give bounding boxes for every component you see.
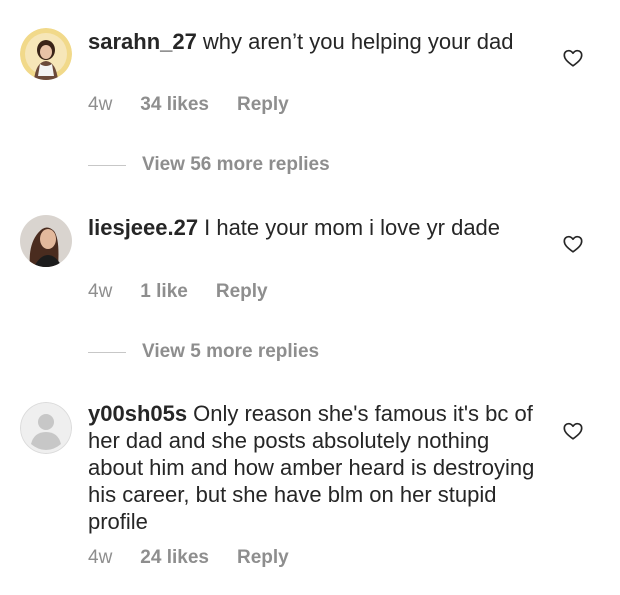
view-replies-label: View 56 more replies <box>142 154 330 175</box>
timestamp: 4w <box>88 281 113 302</box>
comment-meta: 4w 24 likes Reply <box>88 547 289 569</box>
profile-photo-icon <box>20 215 72 267</box>
timestamp: 4w <box>88 547 113 568</box>
username[interactable]: sarahn_27 <box>88 29 197 54</box>
view-replies-label: View 5 more replies <box>142 341 320 362</box>
heart-icon[interactable] <box>562 233 584 255</box>
reply-button[interactable]: Reply <box>216 281 268 303</box>
heart-icon[interactable] <box>562 47 584 69</box>
replies-divider <box>88 164 126 166</box>
avatar[interactable] <box>20 402 72 454</box>
avatar[interactable] <box>20 28 72 80</box>
username[interactable]: y00sh05s <box>88 401 187 426</box>
comment-text-block: y00sh05s Only reason she's famous it's bc… <box>88 400 543 535</box>
timestamp: 4w <box>88 94 113 115</box>
view-replies-button[interactable]: View 5 more replies <box>88 340 319 364</box>
comment-text: I hate your mom i love yr dade <box>204 215 501 240</box>
profile-photo-icon <box>20 28 72 80</box>
replies-divider <box>88 351 126 353</box>
likes-count[interactable]: 1 like <box>140 281 188 303</box>
view-replies-button[interactable]: View 56 more replies <box>88 153 330 177</box>
likes-count[interactable]: 24 likes <box>140 547 209 569</box>
comment-text-block: liesjeee.27 I hate your mom i love yr dad… <box>88 214 543 241</box>
comment-meta: 4w 1 like Reply <box>88 281 268 303</box>
likes-count[interactable]: 34 likes <box>140 94 209 116</box>
heart-icon[interactable] <box>562 420 584 442</box>
comment-text-block: sarahn_27 why aren’t you helping your dad <box>88 28 543 55</box>
avatar[interactable] <box>20 215 72 267</box>
comment-meta: 4w 34 likes Reply <box>88 94 289 116</box>
username[interactable]: liesjeee.27 <box>88 215 198 240</box>
comment-text: why aren’t you helping your dad <box>202 29 514 54</box>
reply-button[interactable]: Reply <box>237 94 289 116</box>
default-avatar-icon <box>20 402 72 454</box>
reply-button[interactable]: Reply <box>237 547 289 569</box>
